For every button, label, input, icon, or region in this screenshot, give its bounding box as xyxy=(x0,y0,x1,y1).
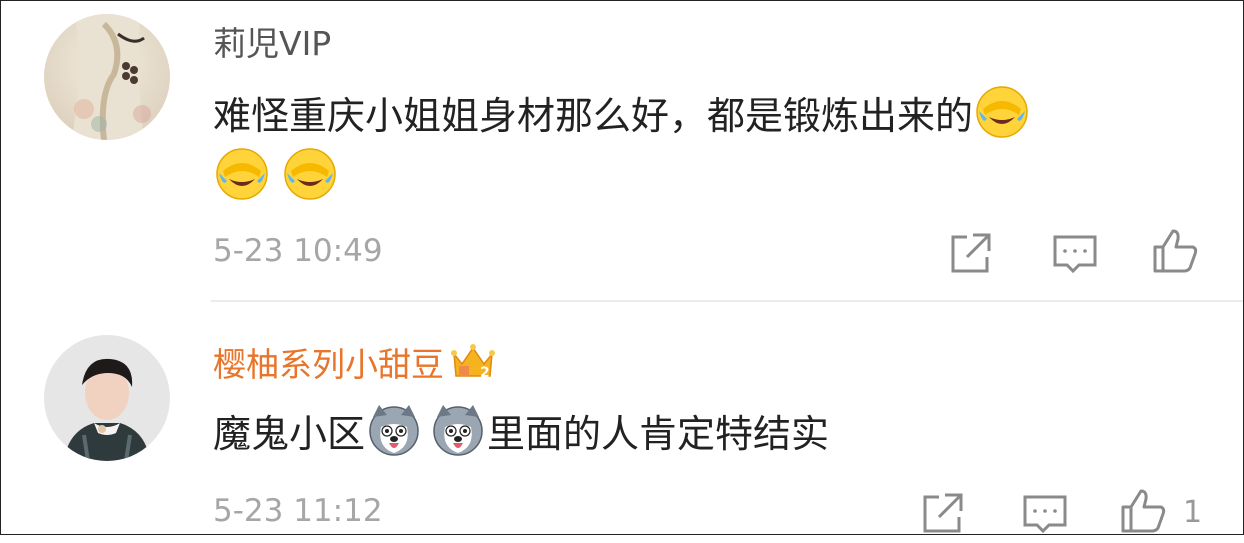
laugh-cry-emoji xyxy=(283,147,337,201)
husky-emoji xyxy=(367,403,421,457)
comment-button[interactable] xyxy=(1051,231,1099,279)
comment-text-part: 魔鬼小区 xyxy=(213,412,366,456)
avatar[interactable] xyxy=(44,335,170,461)
comment-text-part: 难怪重庆小姐姐身材那么好，都是锻炼出来的 xyxy=(213,94,974,138)
thumbs-up-icon xyxy=(1153,229,1198,273)
thumbs-up-icon xyxy=(1121,489,1166,533)
crown-level-badge: 2 xyxy=(450,342,496,382)
share-button[interactable] xyxy=(947,229,995,277)
comment-item: 樱柚系列小甜豆 2 魔鬼小区 里面的人肯定特结实 5-23 11:12 1 xyxy=(1,303,1243,535)
laugh-cry-emoji xyxy=(215,147,269,201)
husky-emoji xyxy=(431,403,485,457)
like-button[interactable] xyxy=(1119,487,1167,535)
comment-text-part: 里面的人肯定特结实 xyxy=(487,412,830,456)
timestamp: 5-23 10:49 xyxy=(213,233,383,269)
username-text: 樱柚系列小甜豆 xyxy=(213,345,444,384)
like-button[interactable] xyxy=(1151,227,1199,275)
username[interactable]: 莉児VIP xyxy=(213,24,331,64)
comment-icon xyxy=(1023,495,1067,534)
laugh-cry-emoji xyxy=(975,85,1029,139)
comment-text: 难怪重庆小姐姐身材那么好，都是锻炼出来的 xyxy=(213,85,1031,145)
comment-text: 魔鬼小区 里面的人肯定特结实 xyxy=(213,403,829,463)
username[interactable]: 樱柚系列小甜豆 2 xyxy=(213,342,496,385)
share-icon xyxy=(951,233,991,273)
comment-item: 莉児VIP 难怪重庆小姐姐身材那么好，都是锻炼出来的 5-23 10:49 xyxy=(1,1,1243,301)
avatar[interactable] xyxy=(44,14,170,140)
comment-icon xyxy=(1053,235,1097,274)
comment-button[interactable] xyxy=(1021,491,1069,539)
timestamp: 5-23 11:12 xyxy=(213,493,383,529)
comment-list: 莉児VIP 难怪重庆小姐姐身材那么好，都是锻炼出来的 5-23 10:49 樱柚… xyxy=(0,0,1244,535)
comment-emoji-line xyxy=(213,147,339,207)
share-button[interactable] xyxy=(919,489,967,537)
like-count: 1 xyxy=(1183,495,1203,530)
svg-text:2: 2 xyxy=(480,365,490,381)
share-icon xyxy=(923,493,963,533)
divider xyxy=(211,300,1243,302)
